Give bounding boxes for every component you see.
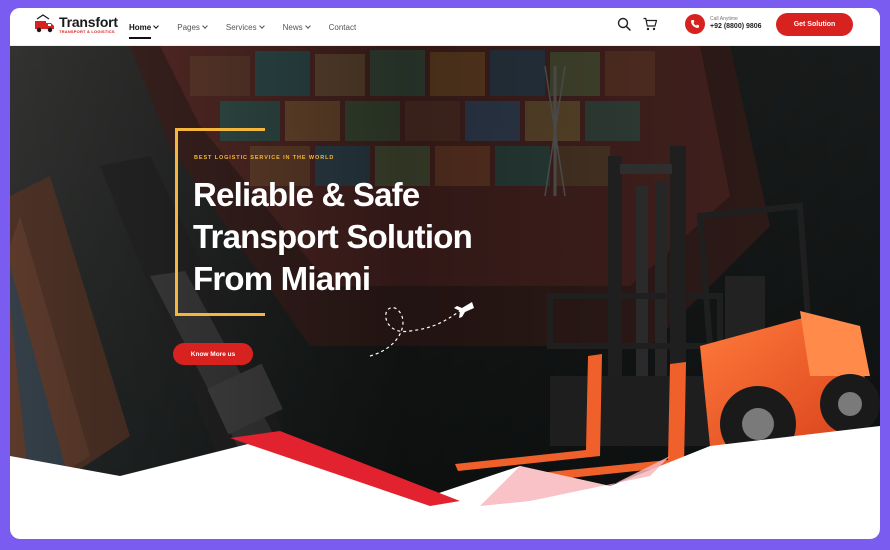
hero-content: BEST LOGISTIC SERVICE IN THE WORLD Relia…: [10, 46, 880, 539]
chevron-down-icon: [153, 23, 160, 29]
hero-section: BEST LOGISTIC SERVICE IN THE WORLD Relia…: [10, 46, 880, 539]
brand-tagline: TRANSPORT & LOGISTICS: [59, 28, 115, 34]
hero-title-line: From Miami: [193, 260, 371, 297]
hero-eyebrow: BEST LOGISTIC SERVICE IN THE WORLD: [194, 155, 335, 161]
cart-icon[interactable]: [642, 16, 658, 32]
browser-frame: Transfort TRANSPORT & LOGISTICS Home Pag…: [10, 8, 880, 539]
nav-item-news[interactable]: News: [282, 22, 311, 32]
know-more-button[interactable]: Know More us: [173, 343, 253, 365]
brand-name: Transfort: [59, 13, 118, 30]
nav-label: News: [282, 22, 303, 32]
hero-title-line: Reliable & Safe: [193, 176, 420, 213]
chevron-down-icon: [258, 23, 265, 29]
logo[interactable]: Transfort TRANSPORT & LOGISTICS: [34, 14, 118, 34]
chevron-down-icon: [304, 23, 311, 29]
main-nav: Home Pages Services News Contact: [129, 8, 375, 46]
truck-logo-icon: [35, 14, 54, 33]
nav-item-pages[interactable]: Pages: [177, 22, 208, 32]
chevron-down-icon: [202, 23, 208, 29]
get-solution-button[interactable]: Get Solution: [776, 13, 853, 36]
nav-item-services[interactable]: Services: [225, 22, 265, 32]
site-header: Transfort TRANSPORT & LOGISTICS Home Pag…: [10, 8, 880, 46]
call-anytime[interactable]: Call Anytime +92 (8800) 9806: [685, 14, 762, 34]
search-icon[interactable]: [616, 16, 632, 32]
nav-label: Services: [225, 22, 257, 32]
hero-title: Reliable & Safe Transport Solution From …: [193, 174, 523, 300]
nav-label: Home: [129, 22, 152, 32]
phone-icon: [685, 14, 705, 34]
nav-item-contact[interactable]: Contact: [329, 23, 357, 32]
hero-title-line: Transport Solution: [193, 218, 473, 255]
nav-label: Pages: [177, 22, 200, 32]
call-number: +92 (8800) 9806: [710, 22, 762, 30]
nav-label: Contact: [328, 22, 357, 32]
nav-item-home[interactable]: Home: [129, 22, 160, 39]
